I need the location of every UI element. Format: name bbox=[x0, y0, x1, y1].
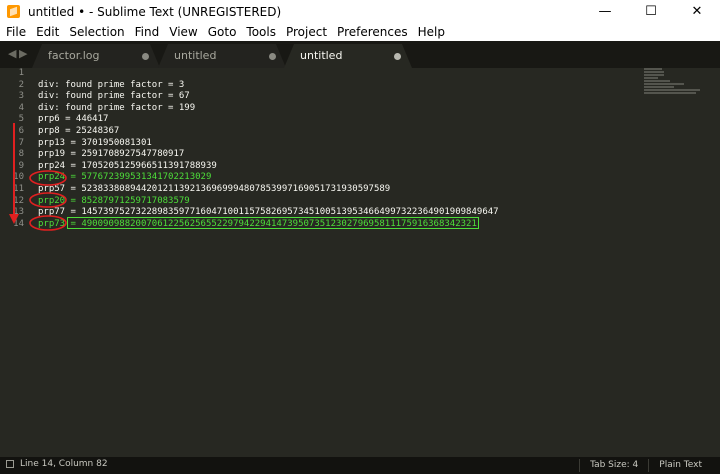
line-number: 9 bbox=[18, 160, 24, 171]
line-number: 4 bbox=[18, 102, 24, 113]
tab-size-selector[interactable]: Tab Size: 4 bbox=[579, 459, 648, 472]
line-number: 2 bbox=[18, 79, 24, 90]
menu-preferences[interactable]: Preferences bbox=[331, 23, 412, 41]
code-line[interactable]: prp19 = 2591708927547780917 bbox=[38, 149, 499, 161]
cursor-position: Line 14, Column 82 bbox=[20, 459, 108, 469]
line-number: 5 bbox=[18, 114, 24, 125]
code-line-highlighted[interactable]: prp24 = 577672399531341702213029 bbox=[38, 172, 499, 184]
tab-untitled-active[interactable]: untitled bbox=[284, 44, 412, 68]
tab-label: untitled bbox=[174, 49, 217, 62]
tab-dirty-dot-icon[interactable] bbox=[142, 53, 149, 60]
panel-toggle-icon[interactable] bbox=[6, 460, 14, 468]
close-button[interactable]: ✕ bbox=[674, 0, 720, 23]
code-line-highlighted[interactable]: prp20 = 85287971259717083579 bbox=[38, 196, 499, 208]
line-number-gutter: 1 2 3 4 5 6 7 8 9 10 11 12 13 14 bbox=[0, 68, 28, 230]
menu-edit[interactable]: Edit bbox=[30, 23, 63, 41]
code-line[interactable] bbox=[38, 68, 499, 80]
tab-dirty-dot-icon[interactable] bbox=[269, 53, 276, 60]
minimap[interactable] bbox=[644, 68, 706, 98]
line-number: 7 bbox=[18, 137, 24, 148]
line-number: 14 bbox=[13, 218, 24, 229]
window-controls: — ☐ ✕ bbox=[582, 0, 720, 23]
tab-scroll-left-icon[interactable]: ◀ bbox=[8, 47, 16, 60]
tab-bar: ◀ ▶ factor.log untitled untitled bbox=[0, 41, 720, 68]
tab-label: factor.log bbox=[48, 49, 100, 62]
line-number: 11 bbox=[13, 183, 24, 194]
menu-bar: File Edit Selection Find View Goto Tools… bbox=[0, 23, 720, 41]
maximize-button[interactable]: ☐ bbox=[628, 0, 674, 23]
line-number: 1 bbox=[18, 68, 24, 78]
menu-find[interactable]: Find bbox=[129, 23, 164, 41]
sublime-app-icon bbox=[7, 5, 20, 18]
minimize-button[interactable]: — bbox=[582, 0, 628, 23]
code-line[interactable]: prp24 = 170520512596651139178893​9 bbox=[38, 161, 499, 173]
status-bar: Line 14, Column 82 Tab Size: 4 Plain Tex… bbox=[0, 457, 720, 474]
tab-scroll-right-icon[interactable]: ▶ bbox=[19, 47, 27, 60]
code-line[interactable]: prp6 = 446417 bbox=[38, 114, 499, 126]
line-number: 3 bbox=[18, 91, 24, 102]
code-line[interactable]: div: found prime factor = 3 bbox=[38, 80, 499, 92]
syntax-selector[interactable]: Plain Text bbox=[648, 459, 712, 472]
tab-dirty-dot-icon[interactable] bbox=[394, 53, 401, 60]
editor-area[interactable]: 1 2 3 4 5 6 7 8 9 10 11 12 13 14 div: fo… bbox=[0, 68, 720, 457]
line-number: 8 bbox=[18, 149, 24, 160]
code-line[interactable]: prp8 = 25248367 bbox=[38, 126, 499, 138]
title-bar: untitled • - Sublime Text (UNREGISTERED)… bbox=[0, 0, 720, 23]
menu-file[interactable]: File bbox=[0, 23, 30, 41]
menu-help[interactable]: Help bbox=[412, 23, 449, 41]
code-line[interactable]: div: found prime factor = 199 bbox=[38, 103, 499, 115]
line-number: 6 bbox=[18, 125, 24, 136]
tab-factor-log[interactable]: factor.log bbox=[32, 44, 160, 68]
menu-tools[interactable]: Tools bbox=[240, 23, 280, 41]
tab-untitled-1[interactable]: untitled bbox=[158, 44, 286, 68]
line-number: 12 bbox=[13, 195, 24, 206]
code-line[interactable]: prp57 = 52383380894420121139213696999480… bbox=[38, 184, 499, 196]
code-line[interactable]: div: found prime factor = 67 bbox=[38, 91, 499, 103]
menu-goto[interactable]: Goto bbox=[202, 23, 241, 41]
line-number: 13 bbox=[13, 207, 24, 218]
tab-label: untitled bbox=[300, 49, 343, 62]
menu-project[interactable]: Project bbox=[280, 23, 331, 41]
code-line[interactable]: prp13 = 3701950081301 bbox=[38, 138, 499, 150]
menu-view[interactable]: View bbox=[163, 23, 201, 41]
current-line-selection bbox=[67, 217, 479, 229]
menu-selection[interactable]: Selection bbox=[63, 23, 128, 41]
code-lines[interactable]: div: found prime factor = 3 div: found p… bbox=[38, 68, 499, 230]
line-number: 10 bbox=[13, 172, 24, 183]
window-title: untitled • - Sublime Text (UNREGISTERED) bbox=[28, 4, 282, 19]
